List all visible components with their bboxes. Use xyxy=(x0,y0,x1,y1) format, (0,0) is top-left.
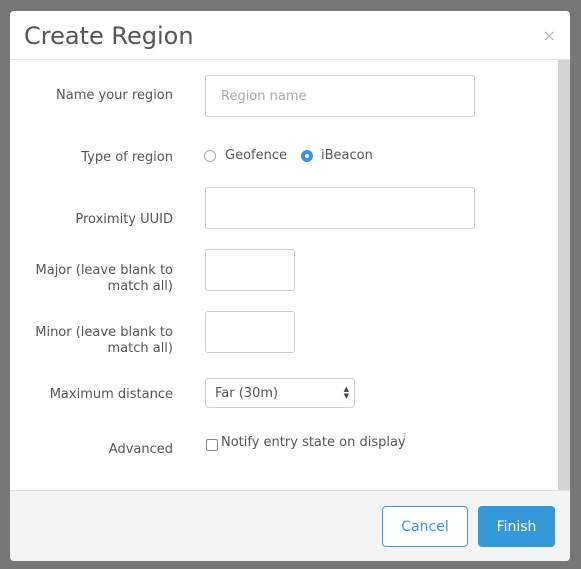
major-label-line2: match all) xyxy=(107,279,173,294)
distance-label: Maximum distance xyxy=(49,387,173,402)
dialog-title: Create Region xyxy=(24,22,194,50)
dialog-footer: Cancel Finish xyxy=(10,490,570,561)
distance-select[interactable]: Far (30m) ▲ ▼ xyxy=(205,378,355,408)
geofence-radio[interactable] xyxy=(204,150,216,162)
minor-label-line1: Minor (leave blank to xyxy=(35,325,173,340)
minor-label-line2: match all) xyxy=(107,341,173,356)
help-icon[interactable]: ? xyxy=(402,432,406,441)
notify-checkbox-label[interactable]: Notify entry state on display xyxy=(221,435,406,450)
uuid-label: Proximity UUID xyxy=(75,212,173,227)
cancel-button[interactable]: Cancel xyxy=(382,506,468,547)
major-label: Major (leave blank to match all) xyxy=(36,263,173,295)
ibeacon-radio[interactable] xyxy=(301,150,313,162)
distance-selected: Far (30m) xyxy=(215,386,279,401)
minor-label: Minor (leave blank to match all) xyxy=(35,325,173,357)
ibeacon-label[interactable]: iBeacon xyxy=(321,148,373,163)
dialog-header: Create Region × xyxy=(10,11,570,60)
region-name-input[interactable] xyxy=(205,75,475,117)
scrollbar[interactable] xyxy=(558,60,570,490)
close-icon[interactable]: × xyxy=(543,26,556,45)
advanced-label: Advanced xyxy=(108,442,173,457)
dialog-body: Name your region Type of region Geofence… xyxy=(10,60,558,490)
major-label-line1: Major (leave blank to xyxy=(35,263,173,278)
major-input[interactable] xyxy=(205,249,295,291)
type-label: Type of region xyxy=(81,150,173,165)
finish-button[interactable]: Finish xyxy=(478,506,555,547)
uuid-input[interactable] xyxy=(205,187,475,229)
minor-input[interactable] xyxy=(205,311,295,353)
name-label: Name your region xyxy=(56,88,173,103)
select-arrows-icon: ▲ ▼ xyxy=(343,385,349,400)
notify-checkbox[interactable] xyxy=(206,439,218,451)
create-region-dialog: Create Region × Name your region Type of… xyxy=(10,11,570,561)
geofence-label[interactable]: Geofence xyxy=(225,148,287,163)
